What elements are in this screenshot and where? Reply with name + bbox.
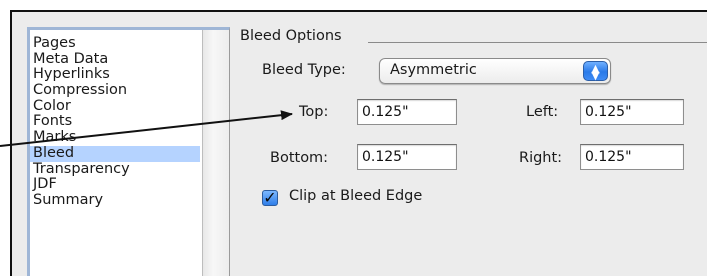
callout-arrow [0, 110, 293, 147]
